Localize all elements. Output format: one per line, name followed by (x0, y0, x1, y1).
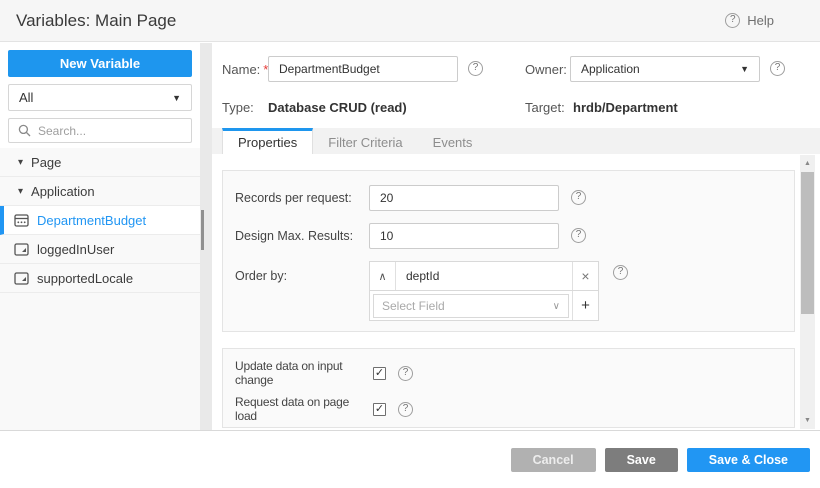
crud-variable-icon (14, 213, 29, 227)
content-scrollbar[interactable]: ▲ ▼ (800, 155, 815, 429)
chevron-down-icon: ∨ (552, 300, 560, 312)
properties-pane: Records per request: ? Design Max. Resul… (212, 154, 820, 430)
tree-group-label: Application (31, 183, 95, 199)
records-per-request-input[interactable] (369, 185, 559, 211)
tree-item-supportedlocale[interactable]: supportedLocale (0, 264, 200, 293)
close-icon: × (581, 268, 590, 284)
update-on-input-change-row: Update data on input change ✓ ? (235, 359, 413, 387)
add-order-field-button[interactable]: + (572, 291, 598, 320)
order-by-help-icon[interactable]: ? (613, 265, 628, 280)
new-variable-button[interactable]: New Variable (8, 50, 192, 77)
page-title: Variables: Main Page (16, 10, 177, 30)
owner-label-wrap: Owner:* (525, 62, 575, 77)
owner-select[interactable]: Application ▼ (570, 56, 760, 82)
dialog-header: Variables: Main Page ? Help (0, 0, 820, 42)
triangle-down-icon: ▼ (172, 92, 181, 103)
check-icon: ✓ (374, 366, 385, 379)
triangle-down-icon: ▼ (740, 64, 749, 74)
variable-search[interactable] (8, 118, 192, 143)
scroll-down-icon[interactable]: ▼ (800, 417, 815, 424)
owner-label: Owner: (525, 62, 567, 77)
target-label: Target: (525, 100, 565, 115)
request-on-page-load-label: Request data on page load (235, 395, 350, 423)
tree-item-departmentbudget[interactable]: DepartmentBudget (0, 206, 200, 235)
tab-events[interactable]: Events (418, 128, 488, 154)
chevron-up-icon: ∧ (378, 270, 387, 283)
type-value: Database CRUD (read) (268, 100, 407, 115)
save-and-close-button[interactable]: Save & Close (686, 448, 810, 472)
scroll-up-icon[interactable]: ▲ (800, 160, 815, 167)
sort-direction-toggle[interactable]: ∧ (370, 262, 396, 290)
pagination-settings-card: Records per request: ? Design Max. Resul… (222, 170, 795, 332)
request-on-page-load-checkbox[interactable]: ✓ (373, 402, 386, 416)
select-field-dropdown[interactable]: Select Field ∨ (373, 294, 569, 318)
behavior-settings-card: Update data on input change ✓ ? Request … (222, 348, 795, 428)
name-input[interactable] (268, 56, 458, 82)
update-on-input-change-checkbox[interactable]: ✓ (373, 366, 386, 380)
variable-icon (14, 271, 29, 285)
name-label-wrap: Name: * (222, 62, 268, 77)
help-button[interactable]: ? Help (725, 13, 774, 28)
records-help-icon[interactable]: ? (571, 190, 586, 205)
tree-group-page[interactable]: ▾ Page (0, 148, 200, 177)
design-max-results-input[interactable] (369, 223, 559, 249)
tree-item-loggedinuser[interactable]: loggedInUser (0, 235, 200, 264)
order-by-row: ∧ × (369, 261, 599, 291)
update-on-input-change-label: Update data on input change (235, 359, 343, 387)
tree-item-label: DepartmentBudget (37, 212, 147, 228)
owner-help-icon[interactable]: ? (770, 61, 785, 76)
select-field-placeholder: Select Field (382, 299, 445, 313)
tree-group-label: Page (31, 154, 62, 170)
select-field-wrap: Select Field ∨ (370, 291, 572, 320)
variables-tree: ▾ Page ▾ Application DepartmentBudget lo… (0, 148, 200, 293)
max-results-help-icon[interactable]: ? (571, 228, 586, 243)
save-button[interactable]: Save (604, 448, 678, 472)
variable-filter-select[interactable]: All ▼ (8, 84, 192, 111)
help-icon: ? (725, 13, 741, 28)
variables-sidebar: New Variable All ▼ ▾ Page ▾ Application (0, 43, 200, 430)
target-value: hrdb/Department (573, 100, 678, 115)
chevron-down-icon: ▾ (18, 185, 24, 197)
scrollbar-thumb[interactable] (801, 172, 814, 314)
sidebar-scrollbar-thumb[interactable] (201, 210, 204, 250)
request-help-icon[interactable]: ? (398, 401, 413, 417)
variable-detail-panel: Name:* ? Owner:* Application ▼ ? Type: D… (212, 43, 820, 430)
name-label: Name: (222, 62, 261, 77)
tab-label: Filter Criteria (328, 135, 403, 150)
variable-filter-value: All (19, 90, 34, 105)
name-help-icon[interactable]: ? (468, 61, 483, 76)
search-icon (18, 124, 31, 137)
order-by-widget: ∧ × Select Field ∨ + (369, 261, 599, 321)
check-icon: ✓ (374, 402, 385, 415)
tab-properties[interactable]: Properties (222, 128, 314, 154)
order-field-input[interactable] (396, 262, 572, 290)
search-input[interactable] (38, 123, 178, 138)
order-by-label: Order by: (235, 269, 288, 283)
sidebar-empty-area (0, 293, 200, 430)
help-label: Help (747, 13, 774, 28)
records-per-request-label: Records per request: (235, 191, 352, 205)
request-on-page-load-row: Request data on page load ✓ ? (235, 395, 413, 423)
update-help-icon[interactable]: ? (398, 365, 413, 381)
design-max-results-label: Design Max. Results: (235, 229, 354, 243)
tree-group-application[interactable]: ▾ Application (0, 177, 200, 206)
tab-filter-criteria[interactable]: Filter Criteria (313, 128, 417, 154)
tree-item-label: loggedInUser (37, 241, 115, 257)
dialog-footer: Cancel Save Save & Close (0, 430, 820, 488)
tab-bar: Properties Filter Criteria Events (212, 128, 820, 154)
panel-divider (200, 43, 212, 430)
cancel-button[interactable]: Cancel (510, 448, 596, 472)
add-order-field-row: Select Field ∨ + (369, 291, 599, 321)
tab-label: Events (432, 135, 473, 150)
tree-item-label: supportedLocale (37, 270, 134, 286)
tab-label: Properties (238, 135, 298, 150)
owner-value: Application (581, 62, 640, 76)
plus-icon: + (581, 297, 590, 314)
remove-order-field-button[interactable]: × (572, 262, 598, 290)
variable-icon (14, 242, 29, 256)
type-label: Type: (222, 100, 254, 115)
chevron-down-icon: ▾ (18, 156, 24, 168)
